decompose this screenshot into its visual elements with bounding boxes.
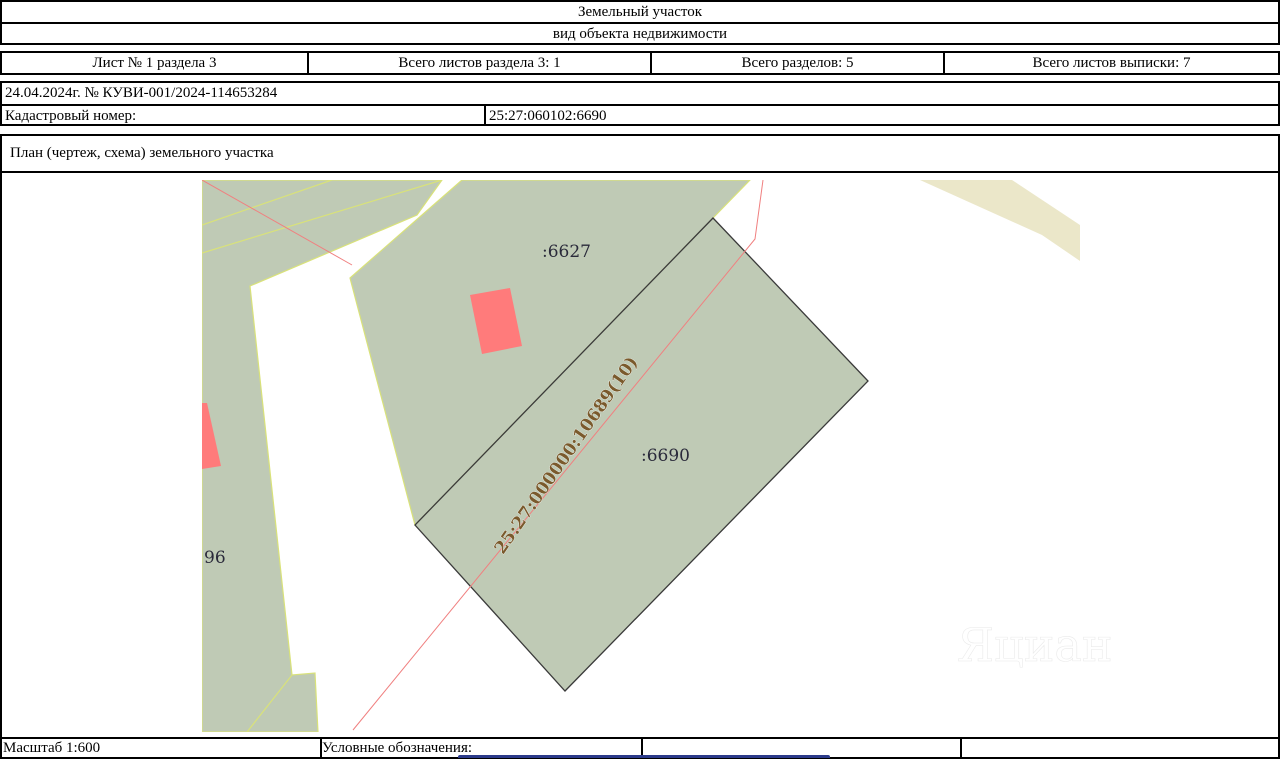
total-sections: Всего разделов: 5 bbox=[741, 54, 854, 71]
parcel-6627-label: :6627 bbox=[542, 242, 591, 262]
cadastral-number: 25:27:060102:6690 bbox=[489, 107, 607, 124]
extract-info: 24.04.2024г. № КУВИ-001/2024-114653284 К… bbox=[0, 81, 1280, 126]
divider bbox=[960, 739, 962, 757]
total-sheets-extract: Всего листов выписки: 7 bbox=[1032, 54, 1191, 71]
road-area bbox=[920, 180, 1080, 261]
cadastral-label: Кадастровый номер: bbox=[5, 107, 137, 124]
object-type: Земельный участок bbox=[577, 4, 703, 20]
extract-date-number: 24.04.2024г. № КУВИ-001/2024-114653284 bbox=[5, 85, 278, 101]
plan-title: План (чертеж, схема) земельного участка bbox=[10, 145, 274, 161]
sheet-number: Лист № 1 раздела 3 bbox=[92, 54, 217, 71]
plan-section: План (чертеж, схема) земельного участка bbox=[0, 134, 1280, 740]
object-type-header: Земельный участок вид объекта недвижимос… bbox=[0, 0, 1280, 45]
sheet-info-row: Лист № 1 раздела 3 Всего листов раздела … bbox=[0, 51, 1280, 75]
cadastral-map: :6627 :6690 96 25:27:000000:10689(10) Яц… bbox=[202, 180, 1113, 732]
parcel-left-label: 96 bbox=[204, 548, 226, 568]
object-type-caption: вид объекта недвижимости bbox=[552, 26, 728, 42]
total-sheets-section: Всего листов раздела 3: 1 bbox=[398, 54, 561, 71]
parcel-6690-label: :6690 bbox=[641, 446, 690, 466]
watermark: Яциан bbox=[957, 618, 1112, 672]
scale-label: Масштаб 1:600 bbox=[3, 739, 101, 756]
